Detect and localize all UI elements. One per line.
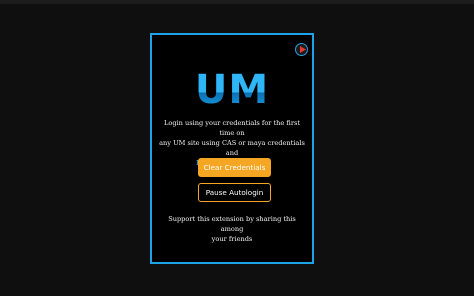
clear-credentials-button[interactable]: Clear Credentials — [198, 158, 271, 177]
um-logo: UM — [152, 70, 312, 110]
instructions-line-2: any UM site using CAS or maya credential… — [159, 139, 305, 157]
extension-popup: UM Login using your credentials for the … — [150, 33, 314, 264]
top-bar — [0, 0, 474, 4]
instructions-line-1: Login using your credentials for the fir… — [163, 119, 301, 137]
play-button[interactable] — [295, 43, 308, 56]
support-line-1: Support this extension by sharing this a… — [168, 215, 296, 233]
pause-autologin-button[interactable]: Pause Autologin — [198, 183, 271, 202]
screen: UM Login using your credentials for the … — [0, 0, 474, 296]
support-text: Support this extension by sharing this a… — [160, 214, 304, 244]
play-icon — [300, 46, 306, 53]
support-line-2: your friends — [211, 235, 253, 243]
